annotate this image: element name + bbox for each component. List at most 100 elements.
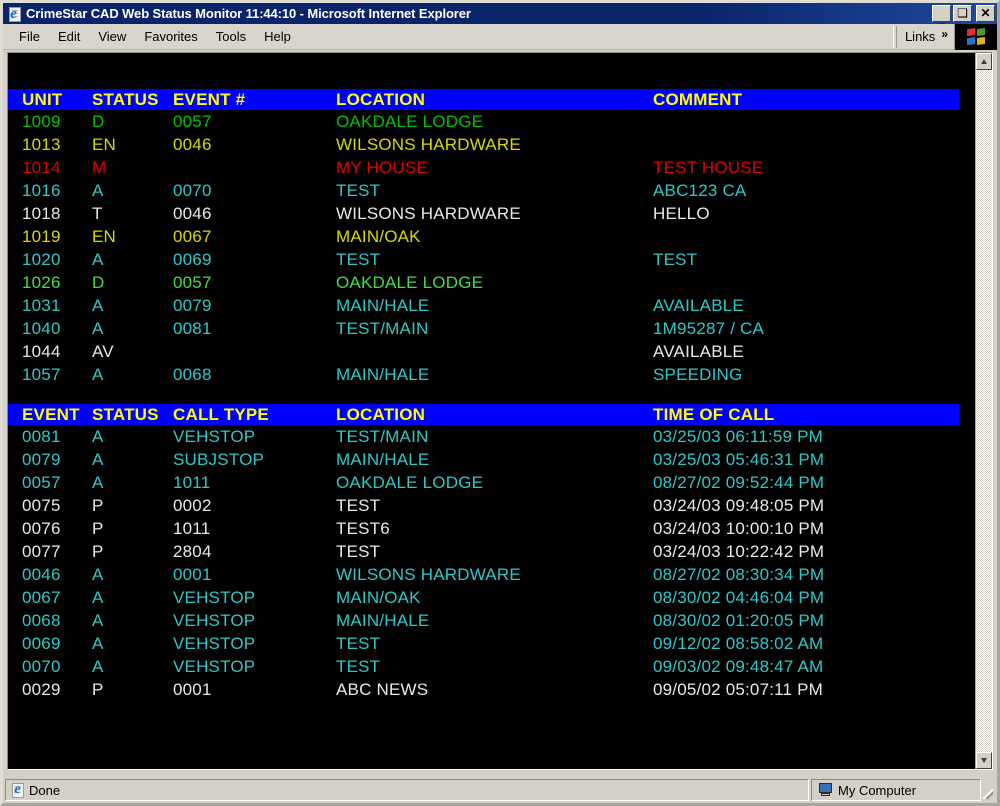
- cell-unit: 1016: [22, 181, 61, 200]
- cell-event: 0067: [22, 588, 61, 607]
- cell-event: 0081: [22, 427, 61, 446]
- table-row[interactable]: 1020 A 0069 TEST TEST: [8, 248, 959, 271]
- status-message-pane: e Done: [5, 779, 809, 801]
- table-row[interactable]: 0069 A VEHSTOP TEST 09/12/02 08:58:02 AM: [8, 632, 959, 655]
- table-row[interactable]: 1040 A 0081 TEST/MAIN 1M95287 / CA: [8, 317, 959, 340]
- table-row[interactable]: 1044 AV AVAILABLE: [8, 340, 959, 363]
- cell-location: TEST: [336, 634, 381, 653]
- cell-call_type: VEHSTOP: [173, 611, 256, 630]
- cell-unit: 1031: [22, 296, 61, 315]
- table-row[interactable]: 0057 A 1011 OAKDALE LODGE 08/27/02 09:52:44 …: [8, 471, 959, 494]
- table-row[interactable]: 0067 A VEHSTOP MAIN/OAK 08/30/02 04:46:04 PM: [8, 586, 959, 609]
- resize-grip[interactable]: [981, 779, 995, 801]
- column-header-comment: COMMENT: [653, 90, 743, 109]
- menu-item-file[interactable]: File: [10, 26, 49, 47]
- cell-unit: 1009: [22, 112, 61, 131]
- cell-status: M: [92, 158, 107, 177]
- cell-status: A: [92, 634, 104, 653]
- table-row[interactable]: 0076 P 1011 TEST6 03/24/03 10:00:10 PM: [8, 517, 959, 540]
- cell-location: TEST/MAIN: [336, 319, 429, 338]
- cell-status: D: [92, 273, 105, 292]
- table-row[interactable]: 0079 A SUBJSTOP MAIN/HALE 03/25/03 05:46:31 …: [8, 448, 959, 471]
- table-row[interactable]: 0075 P 0002 TEST 03/24/03 09:48:05 PM: [8, 494, 959, 517]
- cell-location: OAKDALE LODGE: [336, 473, 484, 492]
- cell-location: TEST: [336, 496, 381, 515]
- cell-location: WILSONS HARDWARE: [336, 204, 521, 223]
- cell-unit: 1014: [22, 158, 61, 177]
- cell-call_type: 2804: [173, 542, 212, 561]
- cell-time: 03/25/03 05:46:31 PM: [653, 450, 825, 469]
- units-table-body: 1009 D 0057 OAKDALE LODGE 1013 EN 0046 WILSONS …: [8, 110, 959, 386]
- vertical-scrollbar[interactable]: [975, 53, 992, 769]
- cell-call_type: 0002: [173, 496, 212, 515]
- table-row[interactable]: 0081 A VEHSTOP TEST/MAIN 03/25/03 06:11:59 P…: [8, 425, 959, 448]
- cell-status: AV: [92, 342, 114, 361]
- cell-status: A: [92, 450, 104, 469]
- table-row[interactable]: 1013 EN 0046 WILSONS HARDWARE: [8, 133, 959, 156]
- cell-status: EN: [92, 135, 117, 154]
- cell-event: 0057: [173, 112, 212, 131]
- cell-time: 03/24/03 10:00:10 PM: [653, 519, 825, 538]
- cell-event: 0046: [173, 135, 212, 154]
- cell-location: MAIN/HALE: [336, 296, 430, 315]
- browser-logo-box: [954, 23, 997, 50]
- cell-location: OAKDALE LODGE: [336, 112, 484, 131]
- menu-item-view[interactable]: View: [89, 26, 135, 47]
- menu-item-help[interactable]: Help: [255, 26, 300, 47]
- maximize-button[interactable]: ❑: [953, 5, 972, 22]
- table-row[interactable]: 1057 A 0068 MAIN/HALE SPEEDING: [8, 363, 959, 386]
- minimize-button[interactable]: _: [932, 5, 951, 25]
- cell-call_type: VEHSTOP: [173, 427, 256, 446]
- menu-item-tools[interactable]: Tools: [207, 26, 255, 47]
- cell-unit: 1019: [22, 227, 61, 246]
- menu-item-favorites[interactable]: Favorites: [135, 26, 206, 47]
- cell-status: P: [92, 542, 104, 561]
- units-table-header: UNIT STATUS EVENT # LOCATION COMMENT: [8, 89, 959, 110]
- cell-status: A: [92, 250, 104, 269]
- cell-status: A: [92, 657, 104, 676]
- close-button[interactable]: ✕: [976, 5, 995, 22]
- table-row[interactable]: 1026 D 0057 OAKDALE LODGE: [8, 271, 959, 294]
- cell-location: TEST: [336, 657, 381, 676]
- scroll-down-button[interactable]: [976, 752, 992, 769]
- cell-call_type: 0001: [173, 680, 212, 699]
- table-row[interactable]: 0029 P 0001 ABC NEWS 09/05/02 05:07:11 PM: [8, 678, 959, 701]
- links-label: Links: [904, 29, 936, 44]
- table-row[interactable]: 0077 P 2804 TEST 03/24/03 10:22:42 PM: [8, 540, 959, 563]
- cell-event: 0068: [22, 611, 61, 630]
- table-row[interactable]: 1016 A 0070 TEST ABC123 CA: [8, 179, 959, 202]
- menu-item-edit[interactable]: Edit: [49, 26, 89, 47]
- cell-event: 0079: [173, 296, 212, 315]
- cell-event: 0069: [173, 250, 212, 269]
- cell-event: 0081: [173, 319, 212, 338]
- cell-event: 0077: [22, 542, 61, 561]
- events-table-body: 0081 A VEHSTOP TEST/MAIN 03/25/03 06:11:59 P…: [8, 425, 959, 701]
- table-row[interactable]: 1019 EN 0067 MAIN/OAK: [8, 225, 959, 248]
- cell-location: TEST: [336, 181, 381, 200]
- cell-unit: 1026: [22, 273, 61, 292]
- table-row[interactable]: 0070 A VEHSTOP TEST 09/03/02 09:48:47 AM: [8, 655, 959, 678]
- cell-call_type: 1011: [173, 473, 211, 492]
- column-header-event-location: LOCATION: [336, 405, 426, 424]
- table-row[interactable]: 1031 A 0079 MAIN/HALE AVAILABLE: [8, 294, 959, 317]
- cell-status: A: [92, 365, 104, 384]
- menu-bar: File Edit View Favorites Tools Help Link…: [3, 23, 997, 50]
- table-row[interactable]: 1014 M MY HOUSE TEST HOUSE: [8, 156, 959, 179]
- table-row[interactable]: 0046 A 0001 WILSONS HARDWARE 08/27/02 08:30:…: [8, 563, 959, 586]
- table-row[interactable]: 1009 D 0057 OAKDALE LODGE: [8, 110, 959, 133]
- cell-status: P: [92, 519, 104, 538]
- links-button[interactable]: Links »: [897, 24, 954, 50]
- scroll-up-button[interactable]: [976, 53, 992, 70]
- cell-time: 09/12/02 08:58:02 AM: [653, 634, 824, 653]
- internet-explorer-icon: e: [10, 782, 25, 798]
- cell-event: 0046: [173, 204, 212, 223]
- cell-location: TEST: [336, 542, 381, 561]
- column-header-event-number: EVENT: [22, 405, 80, 424]
- table-row[interactable]: 0068 A VEHSTOP MAIN/HALE 08/30/02 01:20:05 P…: [8, 609, 959, 632]
- cell-location: MAIN/OAK: [336, 588, 421, 607]
- cell-location: WILSONS HARDWARE: [336, 135, 521, 154]
- events-table: EVENT STATUS CALL TYPE LOCATION TIME OF …: [8, 404, 959, 701]
- cell-time: 09/05/02 05:07:11 PM: [653, 680, 824, 699]
- table-row[interactable]: 1018 T 0046 WILSONS HARDWARE HELLO: [8, 202, 959, 225]
- security-zone-pane[interactable]: My Computer: [811, 779, 981, 801]
